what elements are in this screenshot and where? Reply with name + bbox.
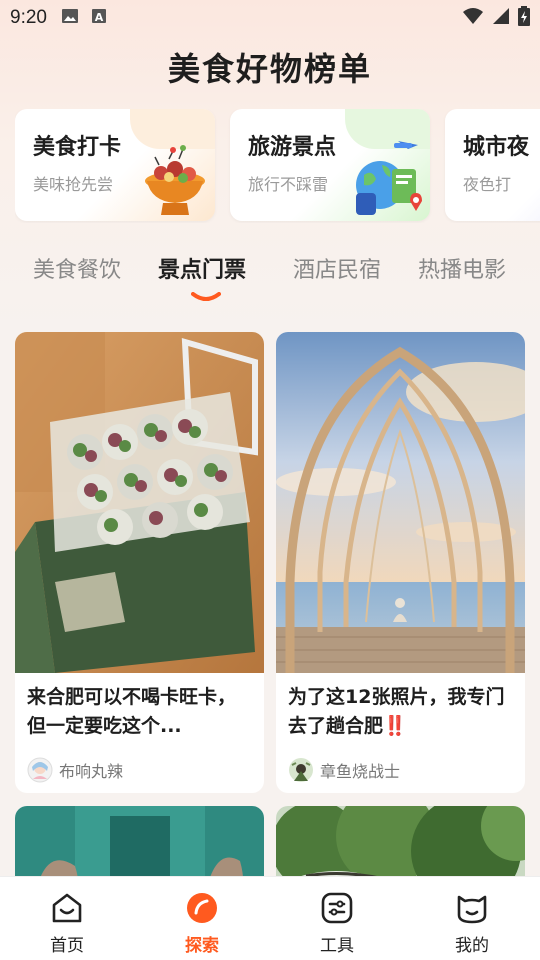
- food-basket-illustration: [139, 137, 211, 221]
- tab-hotels[interactable]: 酒店民宿: [293, 252, 381, 284]
- feed-author[interactable]: 布响丸辣: [15, 747, 264, 793]
- feed-title: 为了这12张照片，我专门去了趟合肥‼️: [288, 686, 505, 737]
- globe-travel-illustration: [346, 135, 426, 221]
- category-tabs: 美食餐饮 景点门票 酒店民宿 热播电影: [0, 252, 540, 302]
- tools-icon: [297, 891, 377, 929]
- nav-label: 工具: [320, 936, 354, 956]
- svg-text:A: A: [95, 11, 104, 24]
- feed-card[interactable]: 为了这12张照片，我专门去了趟合肥‼️ 章鱼烧战士: [276, 332, 525, 793]
- status-time: 9:20: [10, 7, 47, 28]
- keyboard-a-icon: A: [91, 8, 107, 29]
- nav-profile[interactable]: 我的: [432, 891, 512, 956]
- tab-movies[interactable]: 热播电影: [418, 252, 506, 284]
- author-name: 章鱼烧战士: [320, 762, 401, 781]
- active-tab-indicator: [191, 287, 221, 306]
- card-subtitle: 夜色打: [463, 175, 512, 194]
- feed-image: [276, 332, 525, 673]
- nav-label: 探索: [185, 936, 219, 956]
- page-title: 美食好物榜单: [167, 50, 372, 88]
- feed-title: 来合肥可以不喝卡旺卡，但一定要吃这个...: [27, 686, 237, 737]
- tab-scenic-tickets[interactable]: 景点门票: [158, 252, 246, 284]
- tab-food-dining[interactable]: 美食餐饮: [33, 252, 121, 284]
- avatar: [288, 757, 314, 783]
- avatar: [27, 757, 53, 783]
- nav-tools[interactable]: 工具: [297, 891, 377, 956]
- status-bar: 9:20 A: [0, 0, 540, 36]
- home-icon: [27, 891, 107, 929]
- feed-author[interactable]: 章鱼烧战士: [276, 747, 525, 793]
- feature-card-food[interactable]: 美食打卡 美味抢先尝: [15, 109, 215, 221]
- explore-icon: [162, 891, 242, 929]
- feature-card-travel[interactable]: 旅游景点 旅行不踩雷: [230, 109, 430, 221]
- feature-cards-row: 美食打卡 美味抢先尝 旅游景点 旅行不踩雷 城市夜 夜色打: [15, 109, 540, 223]
- nav-label: 首页: [50, 936, 84, 956]
- nav-explore[interactable]: 探索: [162, 891, 242, 956]
- card-title: 城市夜: [463, 135, 530, 160]
- signal-icon: [492, 7, 510, 30]
- feed-card[interactable]: 来合肥可以不喝卡旺卡，但一定要吃这个... 布响丸辣: [15, 332, 264, 793]
- nav-home[interactable]: 首页: [27, 891, 107, 956]
- wifi-icon: [462, 7, 484, 30]
- nav-label: 我的: [455, 936, 489, 956]
- author-name: 布响丸辣: [59, 762, 124, 781]
- profile-icon: [432, 891, 512, 929]
- battery-charging-icon: [518, 5, 530, 31]
- feed-image: [15, 332, 264, 673]
- bottom-navigation: 首页 探索 工具 我的: [0, 876, 540, 960]
- image-icon: [61, 8, 79, 29]
- feature-card-city-night[interactable]: 城市夜 夜色打: [445, 109, 540, 221]
